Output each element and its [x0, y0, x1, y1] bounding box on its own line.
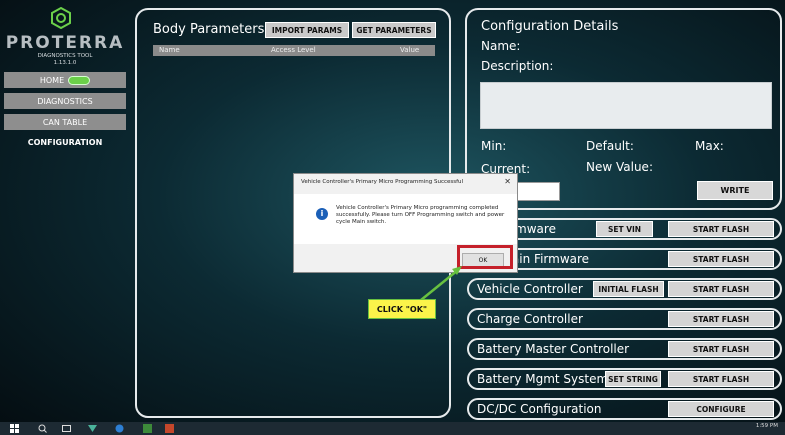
powerpoint-icon[interactable]: [165, 424, 174, 433]
row-charge-controller-label: Charge Controller: [477, 312, 583, 326]
row-charge-controller: Charge Controller START FLASH: [467, 308, 782, 330]
start-flash-button-5[interactable]: START FLASH: [668, 341, 774, 357]
sidebar: PROTERRA DIAGNOSTICS TOOL 1.13.1.0 HOME …: [0, 0, 130, 422]
app-icon-green[interactable]: [88, 424, 97, 433]
get-parameters-button[interactable]: GET PARAMETERS: [352, 22, 436, 38]
column-name: Name: [159, 46, 180, 54]
start-flash-button-2[interactable]: START FLASH: [668, 251, 774, 267]
nav-can-table[interactable]: CAN TABLE: [4, 114, 126, 130]
click-ok-callout: CLICK "OK": [368, 299, 436, 319]
import-params-button[interactable]: IMPORT PARAMS: [265, 22, 349, 38]
row-battery-master-label: Battery Master Controller: [477, 342, 630, 356]
config-description-label: Description:: [481, 59, 554, 73]
app-version: 1.13.1.0: [53, 60, 77, 66]
task-view-icon[interactable]: [62, 424, 71, 433]
proterra-logo-icon: [51, 7, 71, 29]
column-access-level: Access Level: [271, 46, 316, 54]
app-subtitle: DIAGNOSTICS TOOL: [37, 53, 93, 59]
write-button[interactable]: WRITE: [697, 181, 773, 200]
dialog-message: Vehicle Controller's Primary Micro progr…: [336, 205, 505, 225]
brand-name: PROTERRA: [5, 33, 125, 53]
windows-start-icon[interactable]: [10, 424, 19, 433]
nav-can-table-label: CAN TABLE: [42, 117, 88, 127]
row-dcdc-configuration: DC/DC Configuration CONFIGURE: [467, 398, 782, 420]
column-value: Value: [400, 46, 420, 54]
nav-diagnostics-label: DIAGNOSTICS: [37, 96, 93, 106]
ok-highlight-box: [457, 245, 513, 269]
row-drivetrain-label: rain Firmware: [507, 252, 590, 266]
default-label: Default:: [586, 139, 634, 153]
nav-configuration[interactable]: CONFIGURATION: [4, 134, 126, 150]
browser-icon[interactable]: [115, 424, 124, 433]
dialog-close-icon[interactable]: ✕: [504, 177, 511, 186]
nav-configuration-label: CONFIGURATION: [27, 137, 103, 147]
configure-button[interactable]: CONFIGURE: [668, 401, 774, 417]
nav-home-label: HOME: [39, 75, 65, 85]
nav-diagnostics[interactable]: DIAGNOSTICS: [4, 93, 126, 109]
row-battery-mgmt-system: Battery Mgmt System SET STRING START FLA…: [467, 368, 782, 390]
row-dcdc-label: DC/DC Configuration: [477, 402, 602, 416]
new-value-label: New Value:: [586, 160, 653, 174]
set-vin-button[interactable]: SET VIN: [596, 221, 653, 237]
row-vehicle-controller: Vehicle Controller INITIAL FLASH START F…: [467, 278, 782, 300]
row-vehicle-controller-label: Vehicle Controller: [477, 282, 583, 296]
windows-taskbar: 1:59 PM: [0, 422, 785, 435]
info-icon: i: [316, 208, 328, 220]
nav-home[interactable]: HOME: [4, 72, 126, 88]
max-label: Max:: [695, 139, 724, 153]
start-flash-button-4[interactable]: START FLASH: [668, 311, 774, 327]
start-flash-button-1[interactable]: START FLASH: [668, 221, 774, 237]
parameters-table-header: Name Access Level Value: [153, 45, 435, 56]
row-battery-mgmt-label: Battery Mgmt System: [477, 372, 609, 386]
description-box: [480, 82, 772, 129]
min-label: Min:: [481, 139, 507, 153]
row-battery-master-controller: Battery Master Controller START FLASH: [467, 338, 782, 360]
initial-flash-button[interactable]: INITIAL FLASH: [593, 281, 664, 297]
proterra-taskbar-icon[interactable]: [143, 424, 152, 433]
taskbar-clock: 1:59 PM: [755, 423, 778, 429]
set-string-button[interactable]: SET STRING: [605, 371, 661, 387]
config-title: Configuration Details: [481, 19, 619, 34]
start-flash-button-3[interactable]: START FLASH: [668, 281, 774, 297]
start-flash-button-6[interactable]: START FLASH: [668, 371, 774, 387]
search-icon[interactable]: [38, 424, 47, 433]
dialog-title: Vehicle Controller's Primary Micro Progr…: [301, 179, 464, 185]
body-parameters-title: Body Parameters: [153, 22, 265, 37]
home-toggle-icon[interactable]: [68, 75, 91, 85]
config-name-label: Name:: [481, 39, 521, 53]
